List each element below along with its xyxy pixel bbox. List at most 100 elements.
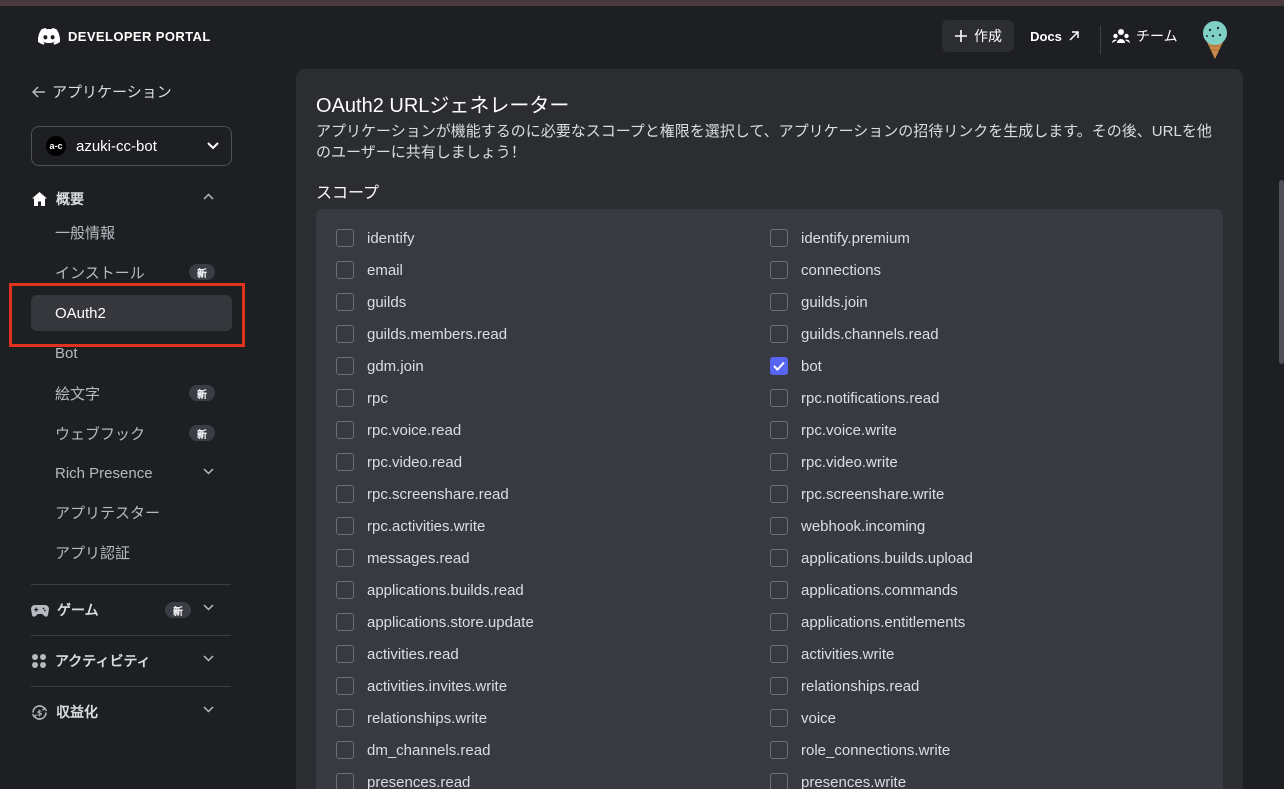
checkbox[interactable] bbox=[770, 453, 788, 471]
scope-checkbox-row[interactable]: bot bbox=[770, 350, 973, 382]
scopes-box: identify email guilds guilds.members.read gd… bbox=[316, 209, 1223, 789]
section-games[interactable]: ゲーム 新 bbox=[31, 598, 231, 622]
checkbox[interactable] bbox=[770, 293, 788, 311]
checkbox[interactable] bbox=[336, 229, 354, 247]
scope-checkbox-row[interactable]: presences.read bbox=[336, 766, 534, 789]
scrollbar-thumb[interactable] bbox=[1279, 180, 1284, 364]
scope-checkbox-row[interactable]: messages.read bbox=[336, 542, 534, 574]
team-button[interactable]: チーム bbox=[1112, 20, 1186, 52]
checkbox[interactable] bbox=[336, 677, 354, 695]
checkbox[interactable] bbox=[336, 453, 354, 471]
docs-link[interactable]: Docs bbox=[1022, 20, 1088, 52]
sidebar-item-webhooks[interactable]: ウェブフック 新 bbox=[31, 415, 232, 451]
checkbox[interactable] bbox=[336, 293, 354, 311]
sidebar: アプリケーション a-c azuki-cc-bot 概要 一般情報 インストール… bbox=[0, 66, 260, 789]
scope-checkbox-row[interactable]: applications.entitlements bbox=[770, 606, 973, 638]
checkbox[interactable] bbox=[770, 485, 788, 503]
scope-checkbox-row[interactable]: rpc.video.write bbox=[770, 446, 973, 478]
checkbox[interactable] bbox=[770, 613, 788, 631]
checkbox[interactable] bbox=[336, 613, 354, 631]
checkbox[interactable] bbox=[336, 421, 354, 439]
checkbox[interactable] bbox=[336, 517, 354, 535]
scope-checkbox-row[interactable]: dm_channels.read bbox=[336, 734, 534, 766]
checkbox[interactable] bbox=[770, 549, 788, 567]
back-link-label: アプリケーション bbox=[52, 84, 172, 101]
scope-checkbox-row[interactable]: guilds.join bbox=[770, 286, 973, 318]
section-activities[interactable]: アクティビティ bbox=[31, 649, 231, 673]
scope-checkbox-row[interactable]: role_connections.write bbox=[770, 734, 973, 766]
scope-checkbox-row[interactable]: applications.commands bbox=[770, 574, 973, 606]
checkbox[interactable] bbox=[336, 549, 354, 567]
scope-checkbox-row[interactable]: applications.store.update bbox=[336, 606, 534, 638]
discord-logo-icon bbox=[38, 28, 60, 45]
monetization-icon: $ bbox=[31, 704, 48, 720]
sidebar-item-app-testers[interactable]: アプリテスター bbox=[31, 494, 232, 530]
checkbox[interactable] bbox=[336, 485, 354, 503]
checkbox[interactable] bbox=[336, 261, 354, 279]
scope-checkbox-row[interactable]: rpc.screenshare.read bbox=[336, 478, 534, 510]
scope-checkbox-row[interactable]: activities.read bbox=[336, 638, 534, 670]
scope-checkbox-row[interactable]: webhook.incoming bbox=[770, 510, 973, 542]
checkbox[interactable] bbox=[336, 357, 354, 375]
checkbox[interactable] bbox=[336, 709, 354, 727]
scope-checkbox-row[interactable]: applications.builds.upload bbox=[770, 542, 973, 574]
scope-checkbox-row[interactable]: activities.invites.write bbox=[336, 670, 534, 702]
section-monetization[interactable]: $ 収益化 bbox=[31, 700, 231, 724]
new-badge: 新 bbox=[189, 425, 215, 441]
sidebar-item-app-verification[interactable]: アプリ認証 bbox=[31, 534, 232, 570]
scope-checkbox-row[interactable]: email bbox=[336, 254, 534, 286]
checkbox-checked[interactable] bbox=[770, 357, 788, 375]
scope-checkbox-row[interactable]: rpc bbox=[336, 382, 534, 414]
checkbox[interactable] bbox=[336, 741, 354, 759]
scope-checkbox-row[interactable]: guilds.channels.read bbox=[770, 318, 973, 350]
scope-checkbox-row[interactable]: activities.write bbox=[770, 638, 973, 670]
scope-checkbox-row[interactable]: rpc.voice.write bbox=[770, 414, 973, 446]
scope-checkbox-row[interactable]: presences.write bbox=[770, 766, 973, 789]
sidebar-item-general-info[interactable]: 一般情報 bbox=[31, 214, 232, 250]
checkbox[interactable] bbox=[770, 709, 788, 727]
checkbox[interactable] bbox=[770, 229, 788, 247]
scope-checkbox-row[interactable]: relationships.read bbox=[770, 670, 973, 702]
checkbox[interactable] bbox=[770, 677, 788, 695]
scope-checkbox-row[interactable]: gdm.join bbox=[336, 350, 534, 382]
scope-name: rpc.voice.write bbox=[801, 421, 897, 439]
scrollbar-track[interactable] bbox=[1278, 66, 1284, 789]
developer-portal-logo[interactable]: DEVELOPER PORTAL bbox=[38, 28, 211, 45]
checkbox[interactable] bbox=[336, 325, 354, 343]
scope-checkbox-row[interactable]: rpc.notifications.read bbox=[770, 382, 973, 414]
scope-checkbox-row[interactable]: relationships.write bbox=[336, 702, 534, 734]
back-to-applications-link[interactable]: アプリケーション bbox=[32, 81, 172, 102]
checkbox[interactable] bbox=[770, 645, 788, 663]
scope-checkbox-row[interactable]: guilds bbox=[336, 286, 534, 318]
application-selector[interactable]: a-c azuki-cc-bot bbox=[31, 126, 232, 166]
scope-checkbox-row[interactable]: rpc.activities.write bbox=[336, 510, 534, 542]
checkbox[interactable] bbox=[770, 517, 788, 535]
scope-checkbox-row[interactable]: rpc.voice.read bbox=[336, 414, 534, 446]
checkbox[interactable] bbox=[336, 773, 354, 789]
checkbox[interactable] bbox=[770, 773, 788, 789]
checkbox[interactable] bbox=[770, 261, 788, 279]
scope-checkbox-row[interactable]: identify.premium bbox=[770, 222, 973, 254]
top-header: DEVELOPER PORTAL 作成 Docs チーム bbox=[0, 6, 1284, 66]
scope-checkbox-row[interactable]: voice bbox=[770, 702, 973, 734]
scope-checkbox-row[interactable]: identify bbox=[336, 222, 534, 254]
checkbox[interactable] bbox=[336, 389, 354, 407]
create-button[interactable]: 作成 bbox=[942, 20, 1014, 52]
sidebar-item-emoji[interactable]: 絵文字 新 bbox=[31, 375, 232, 411]
scope-checkbox-row[interactable]: guilds.members.read bbox=[336, 318, 534, 350]
scope-checkbox-row[interactable]: applications.builds.read bbox=[336, 574, 534, 606]
sidebar-item-rich-presence[interactable]: Rich Presence bbox=[31, 455, 232, 491]
checkbox[interactable] bbox=[770, 421, 788, 439]
section-overview[interactable]: 概要 bbox=[31, 187, 231, 211]
scope-checkbox-row[interactable]: connections bbox=[770, 254, 973, 286]
checkbox[interactable] bbox=[770, 389, 788, 407]
scope-checkbox-row[interactable]: rpc.video.read bbox=[336, 446, 534, 478]
checkbox[interactable] bbox=[770, 581, 788, 599]
scope-checkbox-row[interactable]: rpc.screenshare.write bbox=[770, 478, 973, 510]
checkbox[interactable] bbox=[770, 325, 788, 343]
checkbox[interactable] bbox=[336, 645, 354, 663]
scopes-heading: スコープ bbox=[316, 185, 380, 202]
user-avatar[interactable] bbox=[1198, 20, 1232, 60]
checkbox[interactable] bbox=[336, 581, 354, 599]
checkbox[interactable] bbox=[770, 741, 788, 759]
